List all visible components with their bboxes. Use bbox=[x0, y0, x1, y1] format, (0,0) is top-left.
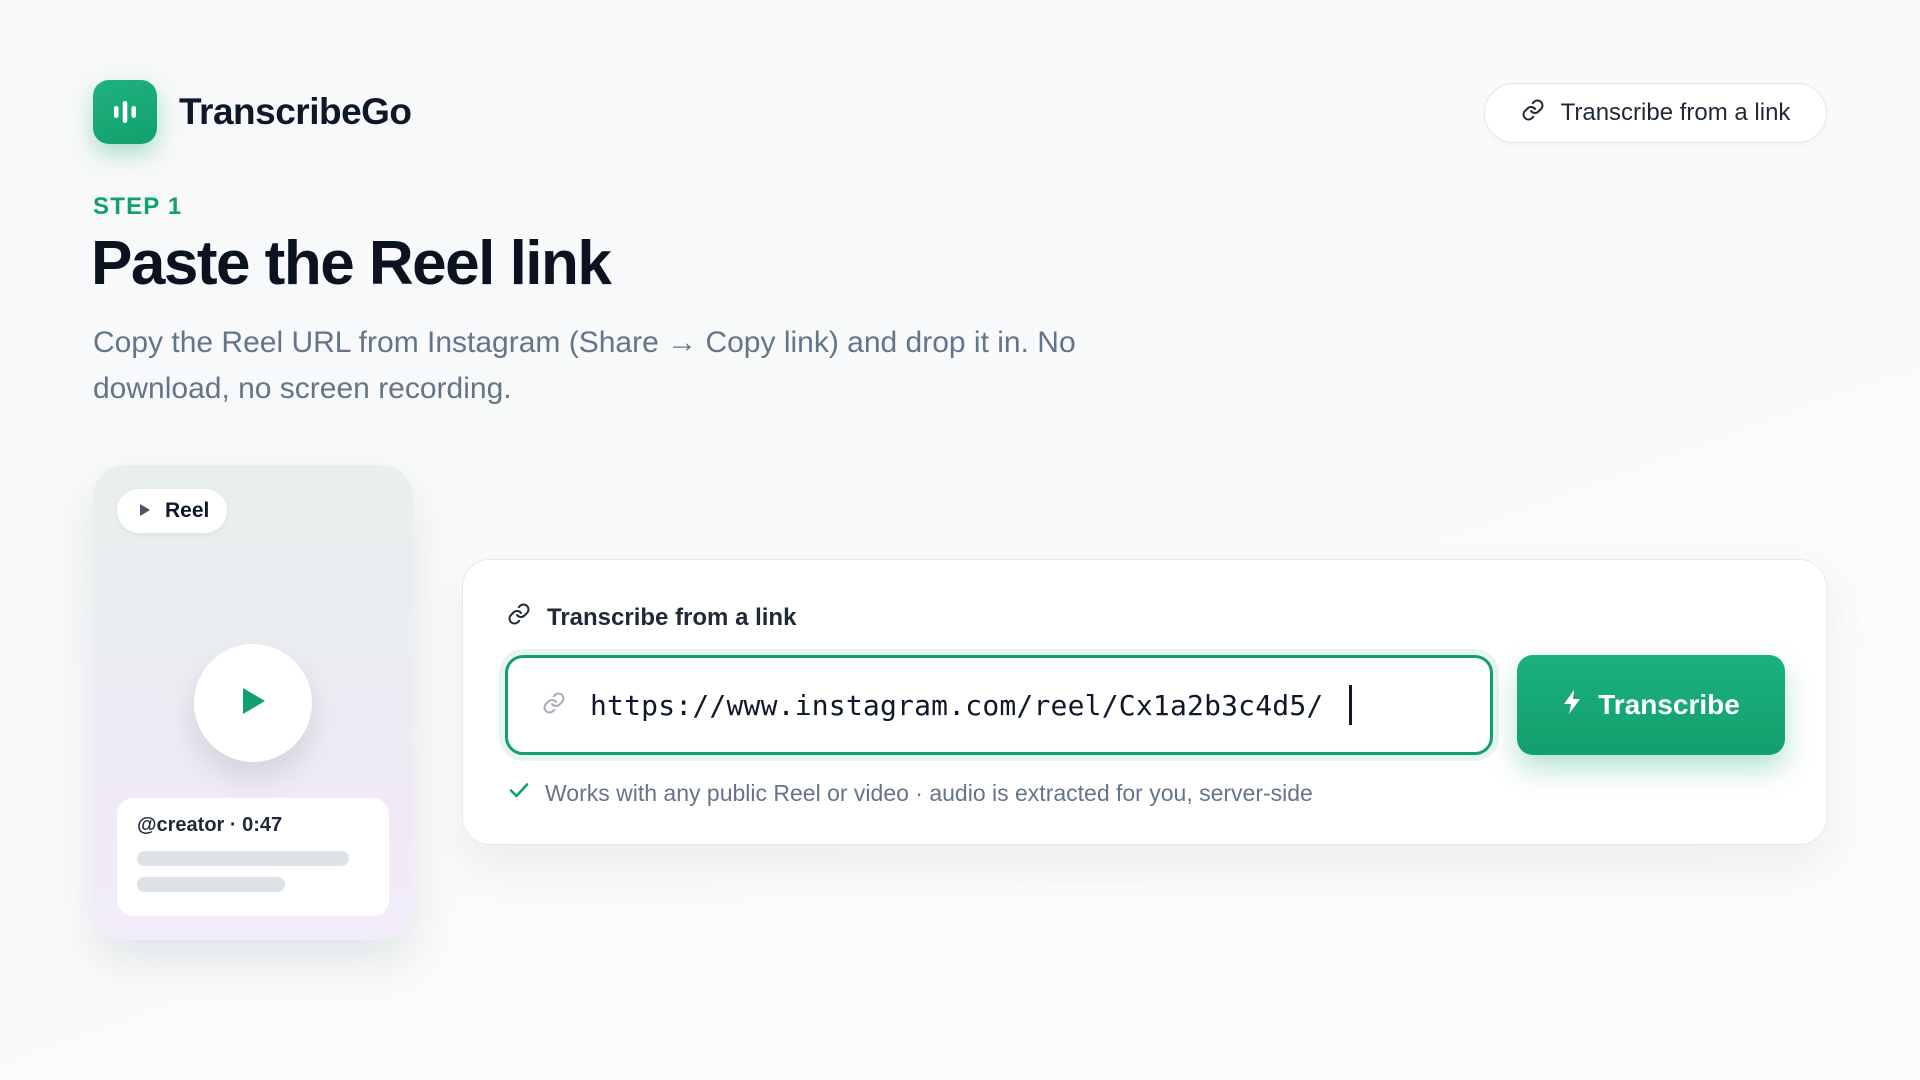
play-small-icon bbox=[139, 499, 151, 523]
top-link-label: Transcribe from a link bbox=[1560, 99, 1791, 126]
check-icon bbox=[507, 778, 531, 808]
link-input-icon bbox=[542, 691, 566, 720]
link-transcribe-card: Transcribe from a link https://www.insta… bbox=[462, 559, 1827, 845]
url-input[interactable]: https://www.instagram.com/reel/Cx1a2b3c4… bbox=[505, 655, 1493, 755]
play-button[interactable] bbox=[194, 644, 312, 762]
play-icon bbox=[239, 686, 267, 721]
brand-name: TranscribeGo bbox=[179, 91, 412, 132]
step-label: STEP 1 bbox=[93, 193, 183, 220]
page-title: Paste the Reel link bbox=[91, 229, 612, 298]
reel-meta-card: @creator · 0:47 bbox=[117, 798, 389, 916]
link-icon bbox=[1521, 98, 1545, 129]
lightning-icon bbox=[1562, 689, 1582, 722]
reel-preview-card: Reel @creator · 0:47 bbox=[93, 465, 413, 940]
link-icon bbox=[507, 602, 531, 633]
card-label: Transcribe from a link bbox=[507, 602, 796, 633]
skeleton-line bbox=[137, 877, 285, 892]
hint-label: Works with any public Reel or video · au… bbox=[545, 779, 1313, 806]
card-label-text: Transcribe from a link bbox=[547, 603, 797, 631]
reel-badge: Reel bbox=[117, 489, 227, 533]
transcribe-button[interactable]: Transcribe bbox=[1517, 655, 1785, 755]
url-input-value[interactable]: https://www.instagram.com/reel/Cx1a2b3c4… bbox=[590, 689, 1323, 722]
transcribe-button-label: Transcribe bbox=[1598, 689, 1740, 720]
reel-meta-text: @creator · 0:47 bbox=[137, 814, 283, 836]
page-subtitle: Copy the Reel URL from Instagram (Share … bbox=[93, 326, 1076, 405]
brand[interactable]: TranscribeGo bbox=[93, 80, 412, 144]
audio-bars-icon bbox=[93, 80, 157, 144]
hint-text: Works with any public Reel or video · au… bbox=[507, 778, 1313, 808]
skeleton-line bbox=[137, 851, 349, 866]
transcribe-from-link-button[interactable]: Transcribe from a link bbox=[1484, 83, 1827, 143]
reel-badge-label: Reel bbox=[165, 499, 210, 522]
text-caret bbox=[1349, 685, 1353, 725]
